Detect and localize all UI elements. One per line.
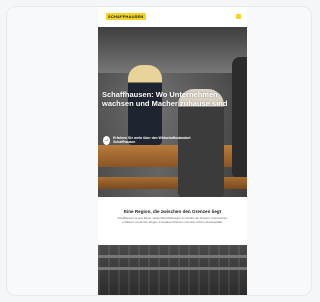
mobile-page-preview[interactable]: SCHAFFHAUSEN Schaffhausen: Wo Unternehme… [98, 7, 247, 295]
factory-beam-middle [98, 267, 247, 270]
arrow-right-icon: → [103, 135, 111, 145]
hero-bench [98, 145, 247, 167]
factory-beam-top [98, 255, 247, 258]
hero-ceiling [98, 27, 247, 73]
hero-person-right [232, 57, 247, 177]
preview-card: SCHAFFHAUSEN Schaffhausen: Wo Unternehme… [6, 6, 312, 296]
intro-title: Eine Region, die zwischen den Grenzen li… [123, 209, 222, 214]
hero-headline: Schaffhausen: Wo Unternehmen wachsen und… [102, 90, 228, 108]
hero-cta-label: Erfahren Sie mehr über den Wirtschaftsst… [113, 136, 191, 144]
menu-icon[interactable] [236, 14, 241, 19]
intro-body: Schaffhausen ist eine kleine, starke Wir… [117, 217, 228, 224]
hero-cta-link[interactable]: → Erfahren Sie mehr über den Wirtschafts… [103, 135, 193, 145]
hero-bench-lower [98, 177, 247, 189]
hero-banner: Schaffhausen: Wo Unternehmen wachsen und… [98, 27, 247, 197]
site-header: SCHAFFHAUSEN [98, 7, 247, 27]
site-logo[interactable]: SCHAFFHAUSEN [106, 13, 146, 20]
factory-image [98, 245, 247, 295]
